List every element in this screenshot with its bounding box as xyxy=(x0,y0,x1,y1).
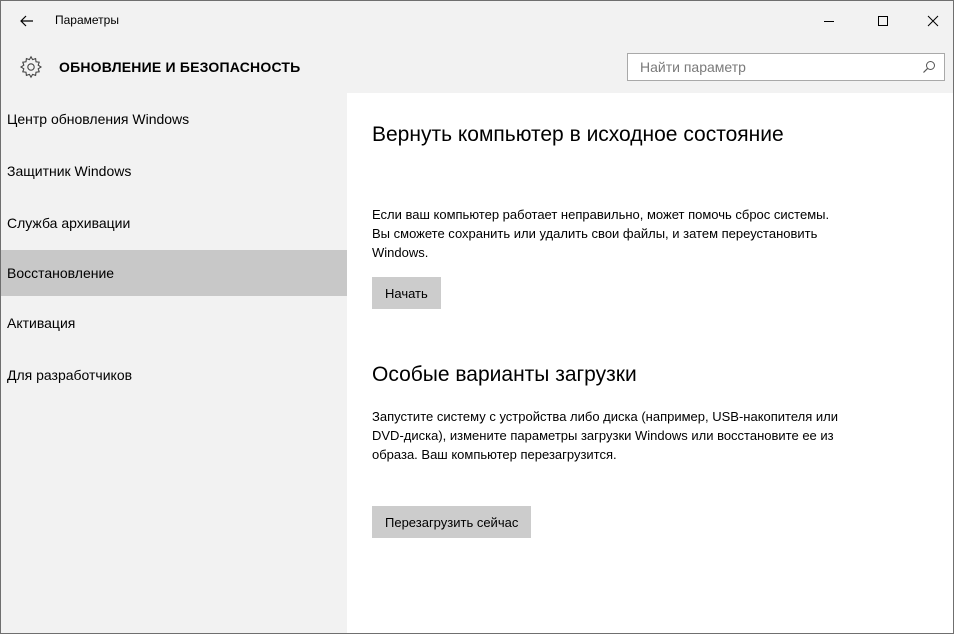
main-content: Вернуть компьютер в исходное состояние Е… xyxy=(347,93,953,633)
sidebar-item-label: Для разработчиков xyxy=(7,367,133,383)
reset-section-description: Если ваш компьютер работает неправильно,… xyxy=(372,207,830,260)
page-header: ОБНОВЛЕНИЕ И БЕЗОПАСНОСТЬ xyxy=(1,41,953,93)
reset-section-title: Вернуть компьютер в исходное состояние xyxy=(372,123,784,146)
advanced-startup-title: Особые варианты загрузки xyxy=(372,363,637,386)
reset-start-button[interactable]: Начать xyxy=(372,277,441,309)
advanced-startup-description: Запустите систему с устройства либо диск… xyxy=(372,409,839,462)
minimize-icon xyxy=(824,21,834,22)
sidebar: Центр обновления Windows Защитник Window… xyxy=(1,93,347,633)
sidebar-item-backup[interactable]: Служба архивации xyxy=(1,202,347,244)
search-input[interactable] xyxy=(628,54,918,80)
close-button[interactable] xyxy=(915,5,951,37)
gear-icon xyxy=(19,55,43,79)
sidebar-item-label: Восстановление xyxy=(7,265,115,281)
search-icon[interactable] xyxy=(922,60,936,74)
maximize-icon xyxy=(878,16,888,26)
close-icon xyxy=(927,15,939,27)
title-bar: Параметры xyxy=(1,1,953,41)
back-button[interactable] xyxy=(11,5,43,37)
sidebar-item-label: Активация xyxy=(7,315,76,331)
sidebar-item-recovery[interactable]: Восстановление xyxy=(1,250,347,296)
restart-now-button[interactable]: Перезагрузить сейчас xyxy=(372,506,532,538)
page-title: ОБНОВЛЕНИЕ И БЕЗОПАСНОСТЬ xyxy=(59,59,301,75)
sidebar-item-windows-update[interactable]: Центр обновления Windows xyxy=(1,98,347,140)
sidebar-item-activation[interactable]: Активация xyxy=(1,302,347,344)
sidebar-item-developers[interactable]: Для разработчиков xyxy=(1,354,347,396)
sidebar-item-windows-defender[interactable]: Защитник Windows xyxy=(1,150,347,192)
search-box[interactable] xyxy=(627,53,945,81)
settings-window: Параметры ОБНОВЛЕНИЕ И БЕЗОПАСНОСТЬ Найт… xyxy=(0,0,954,634)
maximize-button[interactable] xyxy=(865,5,901,37)
sidebar-item-label: Центр обновления Windows xyxy=(7,111,190,127)
minimize-button[interactable] xyxy=(811,5,847,37)
window-title: Параметры xyxy=(55,13,119,27)
sidebar-item-label: Защитник Windows xyxy=(7,163,132,179)
arrow-left-icon xyxy=(20,15,33,27)
sidebar-item-label: Служба архивации xyxy=(7,215,131,231)
